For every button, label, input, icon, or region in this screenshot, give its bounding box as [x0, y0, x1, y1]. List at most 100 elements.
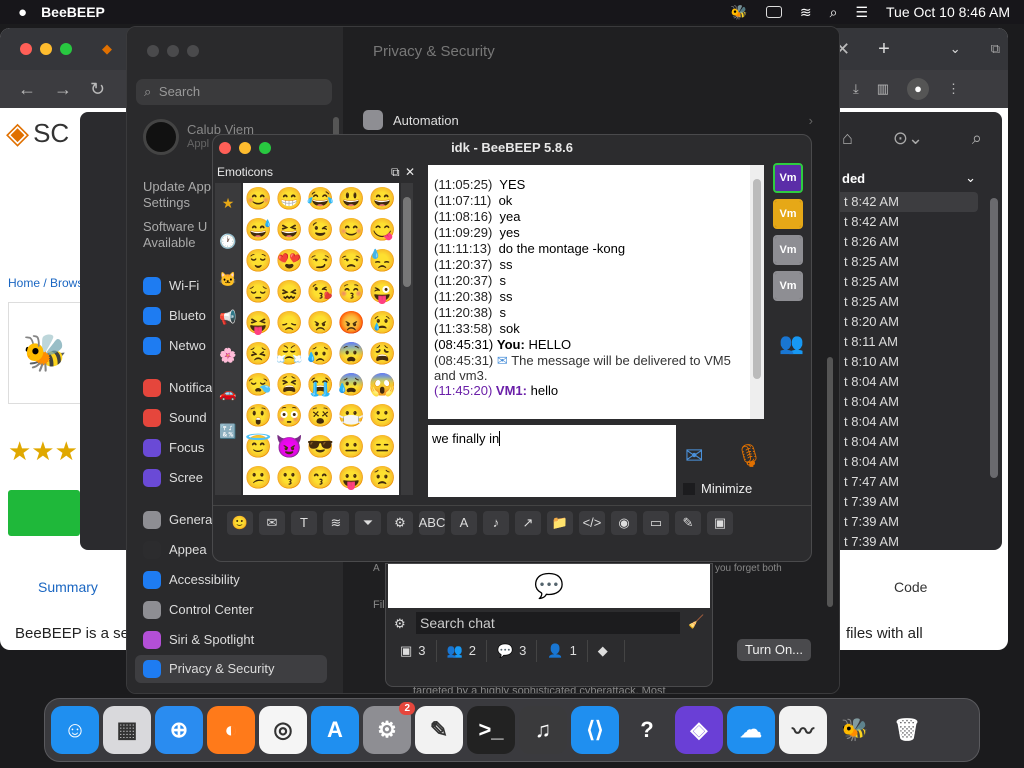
group-chat-preview[interactable]: 💬: [388, 564, 710, 608]
emoticon[interactable]: 😗: [274, 462, 305, 493]
wifi-icon[interactable]: ≋: [800, 4, 812, 21]
emoticon[interactable]: 😑: [367, 431, 398, 462]
list-item[interactable]: t 8:42 AM: [812, 212, 1002, 232]
chat-tab[interactable]: 👥 2: [437, 640, 487, 662]
clock[interactable]: Tue Oct 10 8:46 AM: [886, 4, 1010, 20]
emoticon[interactable]: 😤: [274, 338, 305, 369]
emoticon[interactable]: 😪: [243, 369, 274, 400]
chat-tab[interactable]: ▣ 3: [390, 640, 437, 662]
clear-icon[interactable]: 🧹: [688, 614, 704, 630]
send-button[interactable]: ✉: [685, 443, 703, 469]
emoticon[interactable]: 😱: [367, 369, 398, 400]
list-item[interactable]: t 8:04 AM: [812, 372, 1002, 392]
emoticon[interactable]: 😞: [274, 307, 305, 338]
emoticon-category-tab[interactable]: 🚗: [217, 375, 239, 411]
toolbar-button[interactable]: ⏷: [355, 510, 381, 535]
dock-app-system-settings[interactable]: ⚙ 2: [363, 702, 415, 754]
users-group-icon[interactable]: 👥: [779, 331, 804, 356]
emoticon-category-tab[interactable]: 🌸: [217, 337, 239, 373]
emoticon[interactable]: 😂: [305, 183, 336, 214]
search-input[interactable]: ⌕ Search: [136, 79, 332, 105]
control-center-icon[interactable]: ☰: [855, 4, 868, 21]
zoom-button[interactable]: [259, 142, 271, 154]
back-icon[interactable]: ←: [18, 79, 36, 100]
emoticon[interactable]: 😇: [243, 431, 274, 462]
dock-app-textedit[interactable]: ✎: [415, 706, 463, 754]
emoticon[interactable]: 😡: [336, 307, 367, 338]
forward-icon[interactable]: →: [54, 79, 72, 100]
emoticon[interactable]: 😔: [243, 276, 274, 307]
emoticon[interactable]: 😁: [274, 183, 305, 214]
chat-tab[interactable]: ◆: [588, 640, 625, 662]
emoticon[interactable]: 😚: [336, 276, 367, 307]
emoticon[interactable]: 😖: [274, 276, 305, 307]
chat-scrollbar[interactable]: [750, 165, 764, 419]
zoom-button[interactable]: [187, 45, 199, 57]
emoticon[interactable]: 😎: [305, 431, 336, 462]
emoticon[interactable]: 😫: [274, 369, 305, 400]
chat-tab[interactable]: 💬 3: [487, 640, 538, 662]
emoticon-category-tab[interactable]: 🐱: [217, 261, 239, 297]
dock-app-onedrive[interactable]: ☁: [727, 706, 775, 754]
emoticon[interactable]: 😊: [243, 183, 274, 214]
dock-app-beebeep[interactable]: 🐝: [831, 706, 879, 754]
emoticon[interactable]: 😠: [305, 307, 336, 338]
sidebar-item-accessibility[interactable]: Accessibility: [143, 569, 327, 591]
emoticon[interactable]: 😧: [274, 493, 305, 495]
list-item[interactable]: t 8:04 AM: [812, 432, 1002, 452]
user-avatar-vm[interactable]: Vm: [773, 271, 803, 301]
sidebar-item-control-center[interactable]: Control Center: [143, 599, 327, 621]
emoticon[interactable]: 😄: [367, 183, 398, 214]
dock-app-firefox[interactable]: ◐: [207, 706, 255, 754]
close-button[interactable]: [20, 43, 32, 55]
sidebar-icon[interactable]: ▥: [877, 81, 889, 97]
update-notice[interactable]: Update App Settings: [143, 179, 211, 211]
emoticon[interactable]: 😰: [336, 369, 367, 400]
list-item[interactable]: t 8:10 AM: [812, 352, 1002, 372]
list-scrollbar[interactable]: [990, 198, 998, 478]
more-icon[interactable]: ⊙⌄: [893, 128, 923, 149]
reload-icon[interactable]: ↻: [90, 79, 105, 100]
toolbar-button[interactable]: ≋: [323, 510, 349, 535]
dock-app-app-store[interactable]: A: [311, 706, 359, 754]
emoticon[interactable]: 😩: [367, 338, 398, 369]
dock-app-chrome[interactable]: ◎: [259, 706, 307, 754]
emoticon[interactable]: 😙: [305, 462, 336, 493]
emoticon[interactable]: 😛: [336, 462, 367, 493]
beebeep-status-icon[interactable]: 🐝: [730, 4, 747, 21]
dock-app-trash[interactable]: 🗑: [883, 706, 931, 754]
emoticon[interactable]: 😊: [336, 214, 367, 245]
emoticon-category-tab[interactable]: 📢: [217, 299, 239, 335]
toolbar-button[interactable]: ▭: [643, 510, 669, 535]
dock-app-freeform[interactable]: 〰: [779, 706, 827, 754]
user-avatar-vm[interactable]: Vm: [773, 163, 803, 193]
list-item[interactable]: t 8:25 AM: [812, 292, 1002, 312]
sidebar-item-siri-spotlight[interactable]: Siri & Spotlight: [143, 629, 327, 651]
emoticon[interactable]: 😭: [305, 369, 336, 400]
breadcrumb[interactable]: Home / Brows: [8, 276, 83, 290]
dock-app-visual-studio[interactable]: ◈: [675, 706, 723, 754]
emoticon[interactable]: 😆: [274, 214, 305, 245]
toolbar-button[interactable]: ⚙: [387, 510, 413, 535]
emoticon[interactable]: 😍: [274, 245, 305, 276]
emoticon[interactable]: 😕: [243, 462, 274, 493]
emoticon[interactable]: 😥: [305, 338, 336, 369]
toolbar-button[interactable]: ♪: [483, 510, 509, 535]
list-item[interactable]: t 7:39 AM: [812, 512, 1002, 532]
emoticon-category-tab[interactable]: 🔣: [217, 413, 239, 449]
emoticon[interactable]: 😘: [305, 276, 336, 307]
dock-app-help[interactable]: ?: [623, 706, 671, 754]
emoticon[interactable]: 😮: [336, 493, 367, 495]
list-item[interactable]: t 8:04 AM: [812, 392, 1002, 412]
emoticon[interactable]: 😟: [367, 462, 398, 493]
list-item[interactable]: t 7:39 AM: [812, 492, 1002, 512]
emoticon[interactable]: 😐: [336, 431, 367, 462]
dock-app-launchpad[interactable]: ▦: [103, 706, 151, 754]
dock-app-terminal[interactable]: >_: [467, 706, 515, 754]
emoticon[interactable]: 😋: [367, 214, 398, 245]
close-icon[interactable]: ✕: [405, 163, 415, 181]
emoticon[interactable]: 😜: [367, 276, 398, 307]
emoticon[interactable]: 😢: [367, 307, 398, 338]
list-item[interactable]: t 8:25 AM: [812, 272, 1002, 292]
toolbar-button[interactable]: T: [291, 510, 317, 535]
